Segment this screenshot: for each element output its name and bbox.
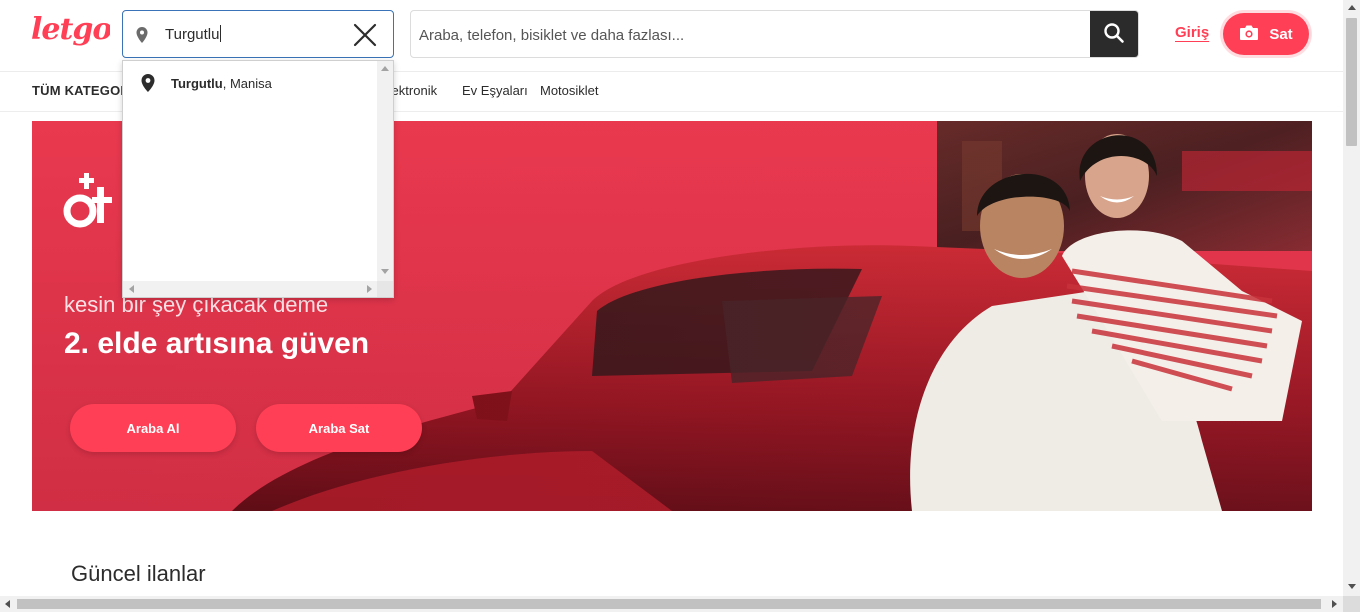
scroll-right-arrow-icon[interactable] (1332, 600, 1337, 608)
scroll-up-arrow-icon[interactable] (1348, 5, 1356, 10)
dropdown-horizontal-scrollbar[interactable] (123, 281, 377, 297)
sell-button-label: Sat (1269, 25, 1293, 43)
search-button[interactable] (1090, 11, 1138, 57)
camera-icon (1239, 24, 1259, 45)
search-bar (410, 10, 1139, 58)
location-suggestion-city: Turgutlu (171, 76, 223, 91)
dropdown-vertical-scrollbar[interactable] (377, 61, 393, 281)
close-icon[interactable] (351, 21, 379, 49)
recent-listings-heading: Güncel ilanlar (71, 561, 206, 586)
scroll-corner (1343, 596, 1360, 612)
map-pin-icon (134, 26, 150, 44)
login-link[interactable]: Giriş (1175, 24, 1209, 41)
location-field[interactable]: Turgutlu (122, 10, 394, 58)
category-motorcycle[interactable]: Motosiklet (540, 83, 599, 98)
scroll-left-arrow-icon[interactable] (129, 285, 134, 293)
search-input[interactable] (419, 24, 1079, 46)
page-horizontal-scrollbar[interactable] (0, 596, 1343, 612)
location-suggestion-item[interactable]: Turgutlu, Manisa (123, 61, 377, 105)
location-suggestions-dropdown: Turgutlu, Manisa (122, 60, 394, 298)
page-vertical-scrollbar[interactable] (1343, 0, 1360, 596)
scroll-down-arrow-icon[interactable] (381, 269, 389, 274)
letgo-logo-mark: letgo (31, 12, 113, 47)
sell-car-button[interactable]: Araba Sat (256, 404, 422, 452)
category-home-goods[interactable]: Ev Eşyaları (462, 83, 528, 98)
location-input[interactable]: Turgutlu (165, 25, 345, 45)
scroll-up-arrow-icon[interactable] (381, 66, 389, 71)
scroll-left-arrow-icon[interactable] (5, 600, 10, 608)
text-caret (220, 25, 222, 42)
location-suggestion-region: , Manisa (222, 76, 272, 91)
dropdown-scroll-corner (377, 281, 393, 297)
location-suggestion-text: Turgutlu, Manisa (171, 76, 272, 91)
letgo-logo[interactable]: letgo (30, 6, 113, 56)
search-icon (1103, 22, 1125, 49)
map-pin-icon (139, 73, 157, 98)
letgo-homepage: letgo Turgutlu Araba, telefon, bisiklet … (0, 0, 1360, 612)
scroll-right-arrow-icon[interactable] (367, 285, 372, 293)
hero-title: 2. elde artısına güven (64, 327, 370, 360)
scroll-down-arrow-icon[interactable] (1348, 584, 1356, 589)
sell-button[interactable]: Sat (1223, 13, 1309, 55)
page-vertical-scroll-thumb[interactable] (1346, 18, 1357, 146)
buy-car-button[interactable]: Araba Al (70, 404, 236, 452)
location-input-value: Turgutlu (165, 26, 220, 43)
svg-text:letgo: letgo (31, 12, 110, 47)
page-horizontal-scroll-thumb[interactable] (17, 599, 1321, 609)
